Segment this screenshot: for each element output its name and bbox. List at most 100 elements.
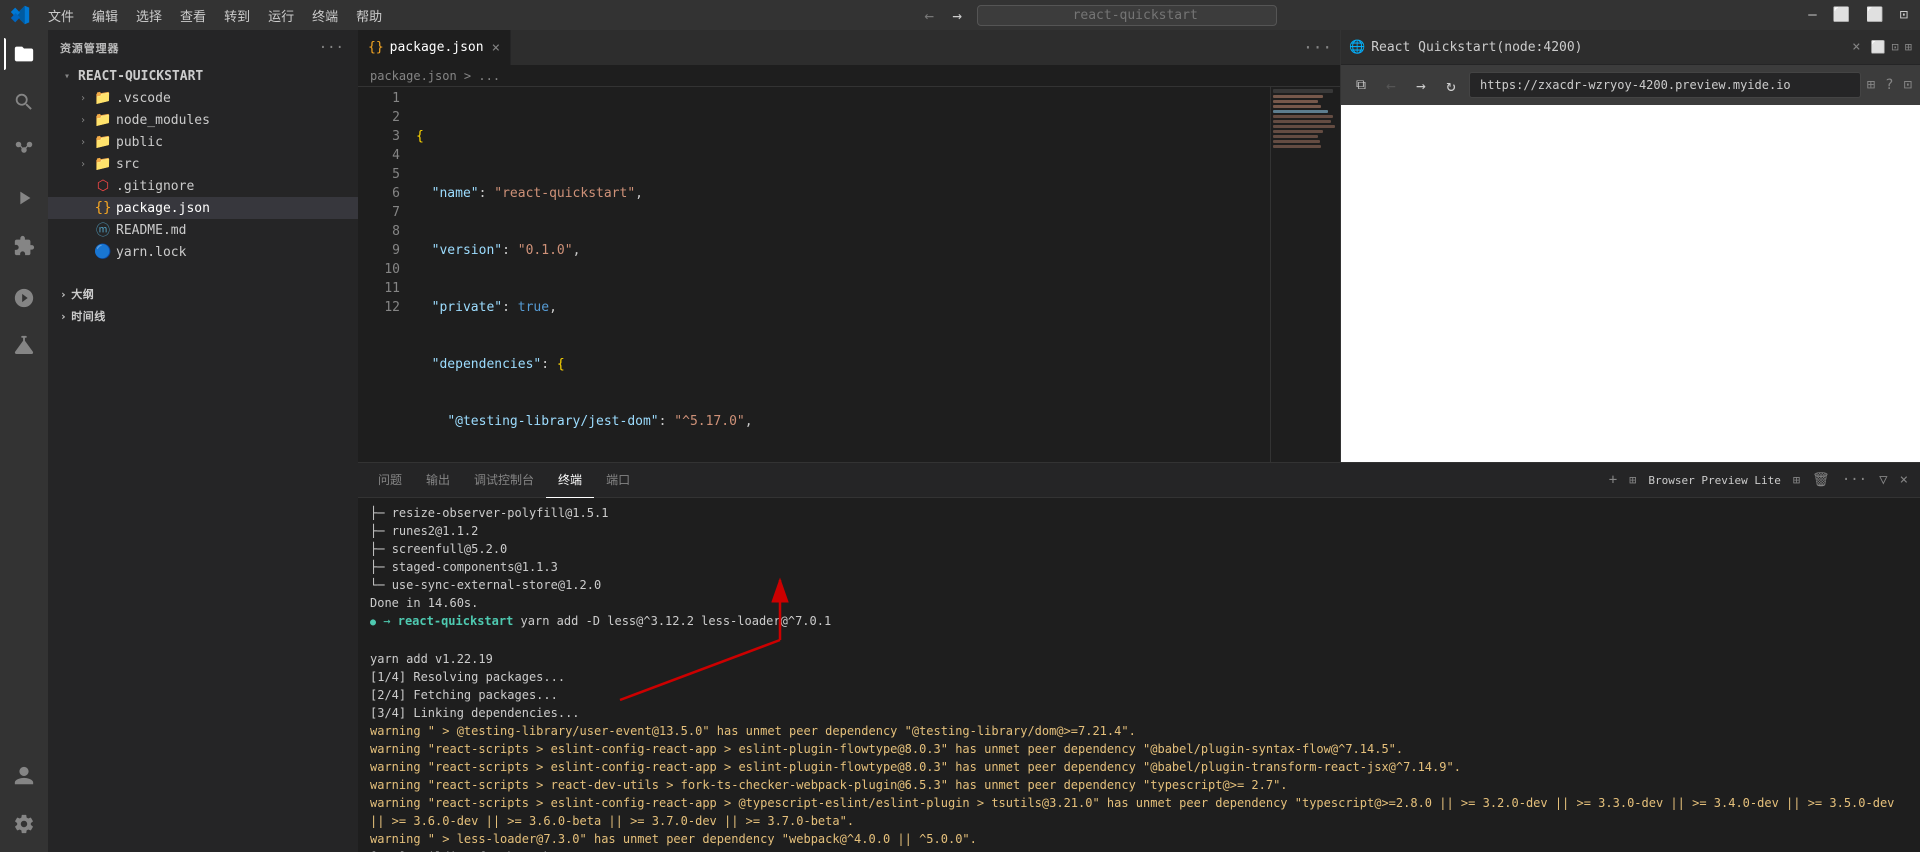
terminal-yarn-version: yarn add v1.22.19 xyxy=(370,650,1908,668)
menu-terminal[interactable]: 终端 xyxy=(304,4,346,27)
menu-run[interactable]: 运行 xyxy=(260,4,302,27)
code-lines: { "name": "react-quickstart", "version":… xyxy=(408,87,1270,462)
tab-more-btn[interactable]: ··· xyxy=(1295,30,1340,65)
browser-back-btn[interactable]: ← xyxy=(1379,73,1403,97)
preview-tab-bar: 🌐 React Quickstart(node:4200) × ⬜ ⊡ ⊞ xyxy=(1341,30,1920,65)
preview-window-max[interactable]: ⊞ xyxy=(1905,40,1912,54)
tab-icon: {} xyxy=(368,40,384,55)
file-tree: ▾ REACT-QUICKSTART › 📁 .vscode › 📁 node_… xyxy=(48,65,358,852)
terminal-collapse-btn[interactable]: ▽ xyxy=(1875,470,1891,490)
terminal-warn-5: warning "react-scripts > eslint-config-r… xyxy=(370,794,1908,830)
tree-item-yarn-lock[interactable]: 🔵 yarn.lock xyxy=(48,241,358,263)
terminal-close-btn[interactable]: × xyxy=(1896,470,1912,490)
line-numbers: 1 2 3 4 5 6 7 8 9 10 11 12 xyxy=(358,87,408,462)
nav-back[interactable]: ← xyxy=(917,3,941,27)
tree-root-folder[interactable]: ▾ REACT-QUICKSTART xyxy=(48,65,358,87)
terminal-tab-problems[interactable]: 问题 xyxy=(366,463,414,498)
sidebar-section-timeline[interactable]: › 时间线 xyxy=(48,305,358,327)
activity-extensions[interactable] xyxy=(4,226,44,266)
outline-chevron: › xyxy=(60,288,67,301)
terminal-warn-6: warning " > less-loader@7.3.0" has unmet… xyxy=(370,830,1908,848)
activity-account[interactable] xyxy=(4,756,44,796)
window-minimize[interactable]: — xyxy=(1804,5,1820,25)
preview-window-tile[interactable]: ⬜ xyxy=(1871,40,1886,54)
browser-help-btn[interactable]: ? xyxy=(1885,77,1893,93)
activity-source-control[interactable] xyxy=(4,130,44,170)
tree-item-src[interactable]: › 📁 src xyxy=(48,153,358,175)
line-num-3: 3 xyxy=(358,127,400,146)
browser-url-input[interactable] xyxy=(1469,72,1861,98)
terminal-warn-3: warning "react-scripts > eslint-config-r… xyxy=(370,758,1908,776)
tree-item-node-modules[interactable]: › 📁 node_modules xyxy=(48,109,358,131)
tab-close-btn[interactable]: × xyxy=(492,40,500,56)
browser-toolbar: ⧉ ← → ↻ ⊞ ? ⊡ xyxy=(1341,65,1920,105)
terminal-tab-terminal[interactable]: 终端 xyxy=(546,463,594,498)
window-maximize[interactable]: ⊡ xyxy=(1896,5,1912,25)
public-chevron: › xyxy=(76,137,90,148)
window-tile-left[interactable]: ⬜ xyxy=(1829,5,1854,25)
terminal-layout-btn[interactable]: ⊞ xyxy=(1789,471,1804,489)
tab-package-json[interactable]: {} package.json × xyxy=(358,30,511,65)
activity-settings[interactable] xyxy=(4,804,44,844)
terminal-line-done: Done in 14.60s. xyxy=(370,594,1908,612)
activity-explorer[interactable] xyxy=(4,34,44,74)
browser-forward-btn[interactable]: → xyxy=(1409,73,1433,97)
line-num-2: 2 xyxy=(358,108,400,127)
sidebar-section-outline[interactable]: › 大纲 xyxy=(48,283,358,305)
sidebar-more-icon[interactable]: ··· xyxy=(317,38,346,58)
preview-window-split[interactable]: ⊡ xyxy=(1892,40,1899,54)
yarn-lock-label: yarn.lock xyxy=(116,245,186,260)
activity-run[interactable] xyxy=(4,178,44,218)
line-num-7: 7 xyxy=(358,203,400,222)
menu-view[interactable]: 查看 xyxy=(172,4,214,27)
terminal-warn-1: warning " > @testing-library/user-event@… xyxy=(370,722,1908,740)
public-label: public xyxy=(116,135,163,150)
minimap-svg xyxy=(1271,87,1340,462)
browser-open-external[interactable]: ⧉ xyxy=(1349,73,1373,97)
menu-edit[interactable]: 编辑 xyxy=(84,4,126,27)
terminal-tab-ports[interactable]: 端口 xyxy=(594,463,642,498)
menu-help[interactable]: 帮助 xyxy=(348,4,390,27)
global-search-input[interactable] xyxy=(977,5,1277,26)
code-content[interactable]: 1 2 3 4 5 6 7 8 9 10 11 12 { xyxy=(358,87,1340,462)
terminal-tab-output[interactable]: 输出 xyxy=(414,463,462,498)
tree-item-public[interactable]: › 📁 public xyxy=(48,131,358,153)
tree-item-gitignore[interactable]: ⬡ .gitignore xyxy=(48,175,358,197)
tree-item-vscode[interactable]: › 📁 .vscode xyxy=(48,87,358,109)
sidebar-header-actions: ··· xyxy=(317,38,346,58)
preview-tab-close[interactable]: × xyxy=(1852,39,1860,55)
terminal-more-btn[interactable]: ··· xyxy=(1838,470,1871,490)
menu-file[interactable]: 文件 xyxy=(40,4,82,27)
terminal-trash-btn[interactable]: 🗑 xyxy=(1808,470,1834,490)
activity-remote[interactable] xyxy=(4,278,44,318)
activity-testing[interactable] xyxy=(4,326,44,366)
tree-item-readme[interactable]: ⓜ README.md xyxy=(48,219,358,241)
terminal-warn-2: warning "react-scripts > eslint-config-r… xyxy=(370,740,1908,758)
terminal-step2: [2/4] Fetching packages... xyxy=(370,686,1908,704)
sidebar-header: 资源管理器 ··· xyxy=(48,30,358,65)
terminal-tab-debug[interactable]: 调试控制台 xyxy=(462,463,546,498)
menu-select[interactable]: 选择 xyxy=(128,4,170,27)
terminal-line-1: ├─ resize-observer-polyfill@1.5.1 xyxy=(370,504,1908,522)
readme-file-icon: ⓜ xyxy=(94,220,112,240)
line-num-10: 10 xyxy=(358,260,400,279)
window-tile-right[interactable]: ⬜ xyxy=(1862,5,1887,25)
terminal-split-btn[interactable]: ⊞ xyxy=(1625,471,1640,489)
terminal-warn-4: warning "react-scripts > react-dev-utils… xyxy=(370,776,1908,794)
tree-item-package-json[interactable]: {} package.json xyxy=(48,197,358,219)
menu-goto[interactable]: 转到 xyxy=(216,4,258,27)
activity-search[interactable] xyxy=(4,82,44,122)
top-section: {} package.json × ··· package.json > ...… xyxy=(358,30,1920,462)
timeline-chevron: › xyxy=(60,310,67,323)
terminal-content[interactable]: ├─ resize-observer-polyfill@1.5.1 ├─ run… xyxy=(358,498,1920,852)
browser-split-view[interactable]: ⊞ xyxy=(1867,77,1875,93)
nav-forward[interactable]: → xyxy=(945,3,969,27)
src-label: src xyxy=(116,157,139,172)
preview-tab-icon: 🌐 xyxy=(1349,40,1365,55)
package-json-label: package.json xyxy=(116,201,210,216)
browser-layout-btn[interactable]: ⊡ xyxy=(1904,77,1912,93)
browser-refresh-btn[interactable]: ↻ xyxy=(1439,73,1463,97)
root-label: REACT-QUICKSTART xyxy=(78,69,203,84)
terminal-add-btn[interactable]: + xyxy=(1605,470,1621,490)
sidebar-title: 资源管理器 xyxy=(60,40,119,56)
